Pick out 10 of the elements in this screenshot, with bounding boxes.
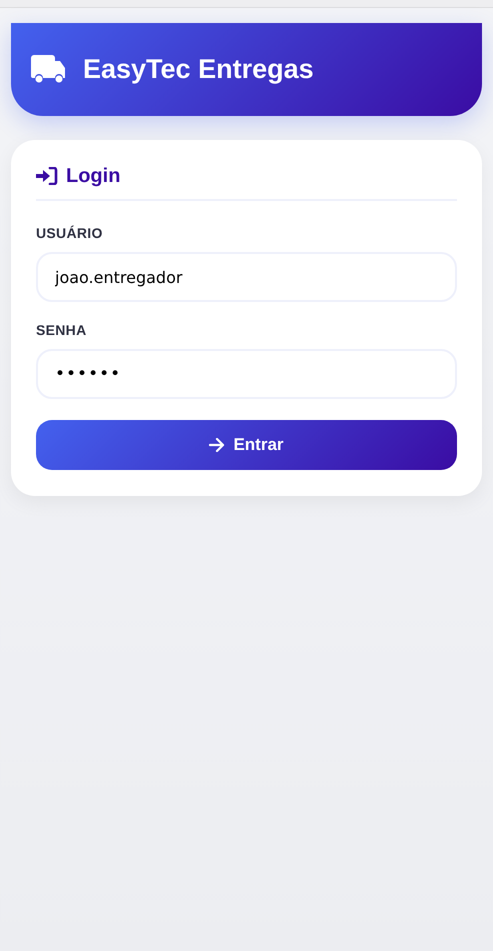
arrow-right-icon <box>209 438 226 452</box>
password-field[interactable]: •••••• <box>36 349 457 399</box>
login-button[interactable]: Entrar <box>36 420 457 470</box>
field-label: USUÁRIO <box>36 224 104 243</box>
app-title: EasyTec Entregas <box>83 53 314 86</box>
sign-in-icon <box>36 167 58 185</box>
field-label: SENHA <box>36 321 88 340</box>
login-title: Login <box>66 164 120 188</box>
truck-icon <box>31 54 67 84</box>
username-field[interactable]: joao.entregador <box>36 252 457 302</box>
